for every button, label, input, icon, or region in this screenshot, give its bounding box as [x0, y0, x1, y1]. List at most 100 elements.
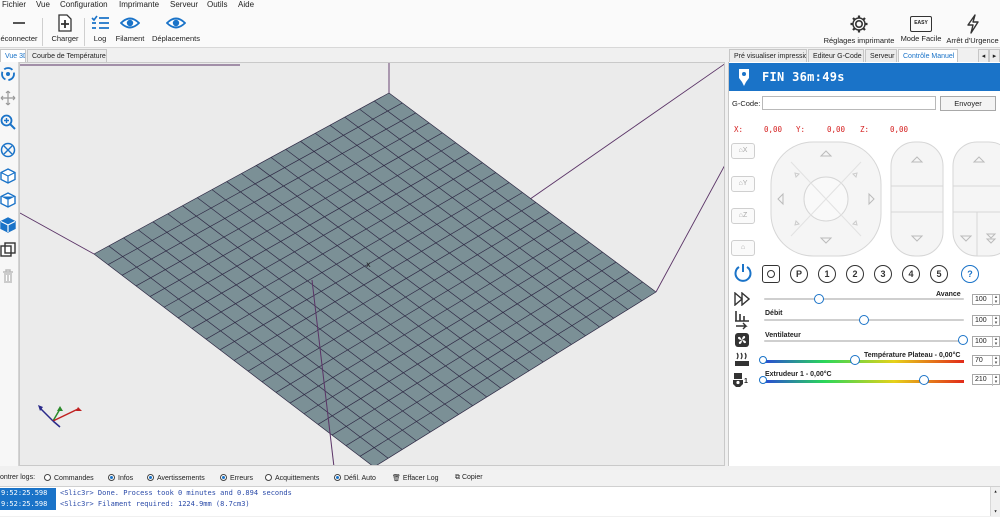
manual-control-panel: FIN 36m:49s G-Code: Envoyer X: 0,00 Y: 0… — [728, 62, 1000, 466]
home-all-button[interactable]: ⌂ — [731, 240, 755, 256]
crosshair-icon[interactable] — [0, 142, 16, 158]
y-value: 0,00 — [827, 125, 846, 134]
clear-log-button[interactable]: 🗑 Effacer Log — [392, 474, 439, 482]
tab-temperature-curve[interactable]: Courbe de Température — [27, 49, 107, 63]
motor-off-button[interactable] — [762, 265, 780, 283]
quick-button-1[interactable]: 1 — [818, 265, 836, 283]
easy-mode-button[interactable]: EASY Mode Facile — [900, 14, 942, 43]
z-value: 0,00 — [890, 125, 909, 134]
gear-icon — [850, 15, 868, 33]
extruder-jog-pad[interactable] — [951, 140, 1000, 258]
tab-3d-view[interactable]: Vue 3D — [0, 49, 26, 63]
emergency-stop-button[interactable]: Arrêt d'Urgence — [945, 14, 1000, 45]
tab-gcode-editor[interactable]: Editeur G-Code — [808, 49, 864, 63]
toolbar-separator — [42, 18, 43, 46]
filament-button[interactable]: Filament — [114, 14, 146, 43]
rotate-icon[interactable] — [0, 66, 16, 82]
lightning-icon — [966, 14, 979, 34]
move-icon[interactable] — [0, 90, 16, 106]
copy-icon: ⧉ — [455, 474, 460, 481]
cube-front-icon[interactable] — [0, 168, 16, 184]
fan-slider-knob[interactable] — [958, 335, 968, 345]
speed-input[interactable]: 100 ▴ ▾ — [972, 294, 1000, 306]
tab-server[interactable]: Serveur — [865, 49, 897, 63]
moves-button[interactable]: Déplacements — [150, 14, 202, 43]
quick-button-2[interactable]: 2 — [846, 265, 864, 283]
log-option-warnings[interactable]: Avertissements — [147, 474, 205, 482]
log-timestamp: 9:52:25.598 — [0, 499, 56, 510]
extruder-temp-input[interactable]: 210 ▴ ▾ — [972, 374, 1000, 386]
menu-vue[interactable]: Vue — [36, 0, 50, 10]
bed-temp-gradient-track[interactable] — [764, 360, 964, 363]
fan-input[interactable]: 100 ▴ ▾ — [972, 336, 1000, 348]
status-text: FIN 36m:49s — [762, 70, 845, 84]
speed-label: Avance — [936, 291, 961, 298]
tab-scroll-right[interactable]: ▸ — [989, 49, 1000, 63]
xy-jog-pad[interactable] — [769, 140, 883, 258]
speed-slider-knob[interactable] — [814, 294, 824, 304]
print-bed-scene: x — [20, 63, 724, 465]
log-option-autoscroll[interactable]: Défil. Auto — [334, 474, 376, 482]
log-option-commands[interactable]: Commandes — [44, 474, 94, 482]
menu-outils[interactable]: Outils — [207, 0, 227, 10]
log-output[interactable]: 9:52:25.598 <Slic3r> Done. Process took … — [0, 486, 1000, 516]
log-button[interactable]: Log — [88, 14, 112, 43]
extruder-temp-target-knob[interactable] — [919, 375, 929, 385]
tab-print-preview[interactable]: Pré visualiser impression — [729, 49, 807, 63]
log-scrollbar[interactable]: ▴ ▾ — [990, 487, 1000, 516]
tab-manual-control[interactable]: Contrôle Manuel — [898, 49, 958, 63]
cube-side-icon[interactable] — [0, 217, 16, 233]
gcode-input[interactable] — [762, 96, 936, 110]
heated-bed-icon — [735, 352, 749, 366]
y-label: Y: — [796, 125, 806, 134]
x-value: 0,00 — [764, 125, 783, 134]
menu-imprimante[interactable]: Imprimante — [119, 0, 159, 10]
flow-input[interactable]: 100 ▴ ▾ — [972, 315, 1000, 327]
z-jog-pad[interactable] — [889, 140, 945, 258]
bed-temp-target-knob[interactable] — [850, 355, 860, 365]
load-button[interactable]: Charger — [50, 14, 80, 43]
quick-button-4[interactable]: 4 — [902, 265, 920, 283]
quick-button-3[interactable]: 3 — [874, 265, 892, 283]
home-z-button[interactable]: ⌂Z — [731, 208, 755, 224]
park-button[interactable]: P — [790, 265, 808, 283]
trash-icon[interactable] — [0, 268, 16, 284]
fan-icon — [735, 333, 749, 347]
printer-settings-button[interactable]: Réglages imprimante — [820, 14, 898, 45]
extruder-temp-gradient-track[interactable] — [764, 380, 964, 383]
log-options-bar: ontrer logs: Commandes Infos Avertisseme… — [0, 470, 1000, 486]
gcode-label: G-Code: — [732, 99, 761, 108]
home-y-button[interactable]: ⌂Y — [731, 176, 755, 192]
menu-fichier[interactable]: Fichier — [2, 0, 26, 10]
print-status-bar: FIN 36m:49s — [729, 63, 1000, 91]
eye-icon — [120, 17, 140, 29]
flow-slider-knob[interactable] — [859, 315, 869, 325]
menu-configuration[interactable]: Configuration — [60, 0, 108, 10]
disconnect-button[interactable]: éconnecter — [0, 14, 38, 43]
log-option-infos[interactable]: Infos — [108, 474, 133, 482]
log-option-errors[interactable]: Erreurs — [220, 474, 253, 482]
bed-temp-input[interactable]: 70 ▴ ▾ — [972, 355, 1000, 367]
zoom-icon[interactable] — [0, 114, 16, 130]
tab-scroll-left[interactable]: ◂ — [978, 49, 989, 63]
axis-gizmo — [38, 405, 82, 428]
3d-viewport[interactable]: x — [19, 62, 725, 466]
speed-slider-track[interactable] — [764, 298, 964, 300]
home-x-button[interactable]: ⌂X — [731, 143, 755, 159]
help-button[interactable]: ? — [961, 265, 979, 283]
copy-log-button[interactable]: ⧉ Copier — [455, 474, 483, 482]
copy-objects-icon[interactable] — [0, 242, 16, 258]
extruder-temp-current-marker — [759, 376, 767, 384]
log-option-acks[interactable]: Acquittements — [265, 474, 319, 482]
cube-top-icon[interactable] — [0, 192, 16, 208]
power-icon[interactable] — [733, 263, 753, 283]
quick-button-5[interactable]: 5 — [930, 265, 948, 283]
menu-serveur[interactable]: Serveur — [170, 0, 198, 10]
fan-slider-track[interactable] — [764, 340, 964, 342]
send-gcode-button[interactable]: Envoyer — [940, 96, 996, 111]
log-message: <Slic3r> Done. Process took 0 minutes an… — [60, 489, 292, 497]
menu-bar: Fichier Vue Configuration Imprimante Ser… — [0, 0, 1000, 12]
extruder-head-icon — [739, 69, 749, 86]
easy-mode-icon: EASY — [910, 16, 932, 32]
menu-aide[interactable]: Aide — [238, 0, 254, 10]
